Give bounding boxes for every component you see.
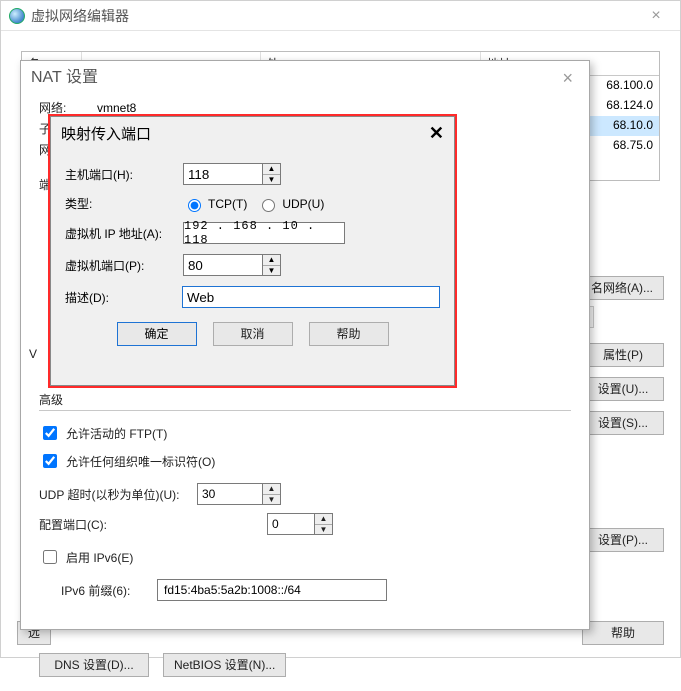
desc-input[interactable]	[182, 286, 440, 308]
vm-port-input[interactable]	[183, 254, 263, 276]
desc-label: 描述(D):	[65, 289, 182, 306]
udp-radio[interactable]: UDP(U)	[257, 196, 324, 212]
cfg-port-label: 配置端口(C):	[39, 516, 189, 533]
ipv6-prefix-input[interactable]	[157, 579, 387, 601]
settings-u-button[interactable]: 设置(U)...	[582, 377, 664, 401]
nat-network-label: 网络:	[39, 99, 93, 116]
ipv6-prefix-field: IPv6 前缀(6):	[61, 579, 571, 601]
udp-timeout-label: UDP 超时(以秒为单位)(U):	[39, 486, 189, 503]
right-btn-group-3: 设置(P)...	[582, 528, 664, 552]
ftp-checkbox[interactable]: 允许活动的 FTP(T)	[39, 423, 167, 443]
nat-bottom-buttons: DNS 设置(D)... NetBIOS 设置(N)...	[39, 653, 571, 677]
port-dialog-body: 主机端口(H): ▲▼ 类型: TCP(T) UDP(U) 虚拟机 IP 地址(…	[51, 149, 454, 358]
right-btn-group-1: 名网络(A)...	[580, 276, 664, 300]
ipv6-checkbox-input[interactable]	[43, 550, 57, 564]
org-checkbox-label: 允许任何组织唯一标识符(O)	[66, 453, 215, 470]
nat-titlebar: NAT 设置 ×	[21, 61, 589, 95]
port-dialog-titlebar: 映射传入端口 ✕	[51, 117, 454, 149]
host-port-input[interactable]	[183, 163, 263, 185]
dns-settings-button[interactable]: DNS 设置(D)...	[39, 653, 149, 677]
settings-p-button[interactable]: 设置(P)...	[582, 528, 664, 552]
settings-s-button[interactable]: 设置(S)...	[582, 411, 664, 435]
udp-timeout-input[interactable]	[197, 483, 263, 505]
nat-close-button[interactable]: ×	[556, 61, 579, 95]
main-titlebar: 虚拟网络编辑器 ×	[1, 1, 680, 31]
nat-title-text: NAT 设置	[31, 61, 98, 95]
cfg-port-field: 配置端口(C): ▲▼	[39, 513, 571, 535]
rename-network-button[interactable]: 名网络(A)...	[580, 276, 664, 300]
host-port-spinner[interactable]: ▲▼	[263, 163, 281, 185]
globe-icon	[9, 8, 25, 24]
bottom-help-wrap: 帮助	[582, 621, 664, 645]
ipv6-checkbox[interactable]: 启用 IPv6(E)	[39, 547, 133, 567]
udp-radio-input[interactable]	[262, 199, 275, 212]
ipv6-checkbox-label: 启用 IPv6(E)	[66, 549, 133, 566]
host-port-label: 主机端口(H):	[65, 166, 183, 183]
tcp-radio-label: TCP(T)	[208, 197, 247, 211]
nat-network-row: 网络: vmnet8	[39, 99, 571, 116]
org-checkbox[interactable]: 允许任何组织唯一标识符(O)	[39, 451, 215, 471]
right-btn-group-2: 属性(P) 设置(U)... 设置(S)...	[582, 343, 664, 435]
ok-button[interactable]: 确定	[117, 322, 197, 346]
netbios-settings-button[interactable]: NetBIOS 设置(N)...	[163, 653, 286, 677]
ftp-checkbox-label: 允许活动的 FTP(T)	[66, 425, 167, 442]
type-row: 类型: TCP(T) UDP(U)	[65, 195, 440, 212]
tcp-radio-input[interactable]	[188, 199, 201, 212]
cfg-port-input[interactable]	[267, 513, 315, 535]
desc-row: 描述(D):	[65, 286, 440, 308]
tcp-radio[interactable]: TCP(T)	[183, 196, 247, 212]
port-mapping-dialog: 映射传入端口 ✕ 主机端口(H): ▲▼ 类型: TCP(T) UDP(U)	[50, 116, 455, 386]
udp-timeout-field: UDP 超时(以秒为单位)(U): ▲▼	[39, 483, 571, 505]
vm-ip-input[interactable]: 192 . 168 . 10 . 118	[183, 222, 345, 244]
properties-button[interactable]: 属性(P)	[582, 343, 664, 367]
udp-spinner[interactable]: ▲▼	[263, 483, 281, 505]
ftp-checkbox-input[interactable]	[43, 426, 57, 440]
cfg-port-spinner[interactable]: ▲▼	[315, 513, 333, 535]
cancel-button[interactable]: 取消	[213, 322, 293, 346]
vm-port-label: 虚拟机端口(P):	[65, 257, 183, 274]
type-label: 类型:	[65, 195, 183, 212]
port-dialog-close-button[interactable]: ✕	[429, 123, 444, 144]
vm-ip-label: 虚拟机 IP 地址(A):	[65, 225, 183, 242]
org-checkbox-input[interactable]	[43, 454, 57, 468]
nat-advanced-title: 高级	[39, 391, 571, 408]
host-port-row: 主机端口(H): ▲▼	[65, 163, 440, 185]
vm-port-row: 虚拟机端口(P): ▲▼	[65, 254, 440, 276]
main-title-text: 虚拟网络编辑器	[31, 1, 129, 31]
nat-network-value: vmnet8	[97, 101, 136, 115]
vm-ip-row: 虚拟机 IP 地址(A): 192 . 168 . 10 . 118	[65, 222, 440, 244]
ipv6-prefix-label: IPv6 前缀(6):	[61, 582, 149, 599]
udp-radio-label: UDP(U)	[282, 197, 324, 211]
main-close-button[interactable]: ×	[636, 1, 676, 31]
port-help-button[interactable]: 帮助	[309, 322, 389, 346]
port-dialog-title: 映射传入端口	[61, 123, 151, 144]
vm-port-spinner[interactable]: ▲▼	[263, 254, 281, 276]
nat-advanced-rule	[39, 410, 571, 411]
port-dialog-buttons: 确定 取消 帮助	[65, 322, 440, 346]
main-help-button[interactable]: 帮助	[582, 621, 664, 645]
